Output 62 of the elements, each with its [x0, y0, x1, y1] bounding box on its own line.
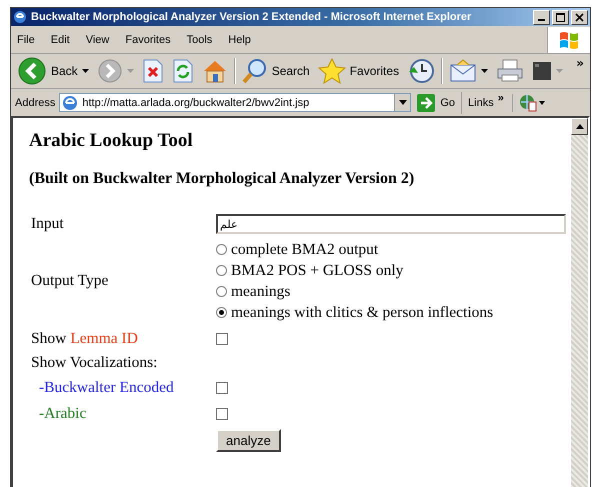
- address-field[interactable]: http://matta.arlada.org/buckwalter2/bwv2int.jsp: [59, 93, 412, 112]
- links-button[interactable]: Links: [466, 96, 494, 108]
- input-field[interactable]: علم: [216, 214, 566, 234]
- checkbox[interactable]: [216, 332, 228, 344]
- page-icon: [62, 94, 78, 110]
- caret-icon: [576, 124, 584, 129]
- toolbar-overflow-button[interactable]: »: [576, 56, 584, 70]
- minimize-button[interactable]: [533, 10, 550, 24]
- go-button[interactable]: Go: [415, 92, 462, 114]
- back-button[interactable]: Back: [15, 56, 91, 86]
- home-icon: [202, 59, 228, 83]
- option-label: -Buckwalter Encoded: [38, 378, 175, 396]
- printer-icon: [496, 59, 524, 83]
- section-label: Show Vocalizations:: [30, 354, 158, 372]
- radio-option[interactable]: BMA2 POS + GLOSS only: [216, 260, 571, 281]
- toolbar-button[interactable]: [512, 94, 545, 112]
- menu-item[interactable]: Help: [228, 34, 251, 46]
- maximize-icon: [556, 12, 565, 22]
- menu-item[interactable]: Favorites: [125, 34, 171, 46]
- scrollbar[interactable]: [571, 118, 588, 487]
- links-overflow-button[interactable]: »: [498, 92, 504, 104]
- radio-option[interactable]: complete BMA2 output: [216, 239, 571, 260]
- globe-icon: [518, 94, 545, 112]
- caret-icon: [82, 69, 89, 73]
- search-icon: [242, 58, 268, 84]
- window-title: Buckwalter Morphological Analyzer Version 2 Extended - Microsoft Internet Explorer: [31, 11, 472, 23]
- close-button[interactable]: [571, 10, 588, 24]
- dropdown-button[interactable]: [394, 94, 410, 111]
- caret-icon: [556, 69, 564, 73]
- envelope-icon: [449, 59, 478, 83]
- scroll-up-button[interactable]: [571, 118, 588, 135]
- menu-item[interactable]: View: [86, 34, 110, 46]
- menu-item[interactable]: File: [17, 34, 35, 46]
- checkbox[interactable]: [216, 408, 228, 420]
- address-label: Address: [15, 96, 56, 108]
- search-button[interactable]: Search: [240, 58, 312, 84]
- checkbox[interactable]: [216, 382, 228, 394]
- radio-option[interactable]: meanings: [216, 281, 571, 302]
- page-heading: Arabic Lookup Tool: [29, 130, 194, 152]
- favorites-button[interactable]: Favorites: [316, 58, 402, 84]
- arrow-icon: [417, 94, 436, 112]
- option-label: -Arabic: [38, 404, 88, 422]
- page-subheading: (Built on Buckwalter Morphological Analyzer Version 2): [29, 170, 416, 188]
- star-icon: [318, 58, 346, 84]
- menu-item[interactable]: Tools: [186, 34, 212, 46]
- refresh-icon: [172, 59, 194, 83]
- close-icon: [575, 12, 584, 22]
- caret-icon: [126, 69, 134, 73]
- menu-item[interactable]: Edit: [50, 34, 70, 46]
- maximize-button[interactable]: [552, 10, 569, 24]
- square-button[interactable]: [530, 61, 566, 81]
- square-icon: [532, 61, 552, 81]
- option-label: Show Lemma ID: [30, 330, 139, 348]
- clock-icon: [407, 58, 436, 84]
- caret-icon: [398, 100, 407, 105]
- output-type-label: Output Type: [30, 272, 110, 290]
- stop-icon: [142, 59, 164, 83]
- caret-icon: [481, 69, 488, 73]
- radio-option[interactable]: meanings with clitics & person inflections: [216, 302, 571, 323]
- analyze-button[interactable]: analyze: [216, 429, 281, 452]
- input-label: Input: [30, 215, 65, 233]
- browser-icon: [13, 10, 27, 24]
